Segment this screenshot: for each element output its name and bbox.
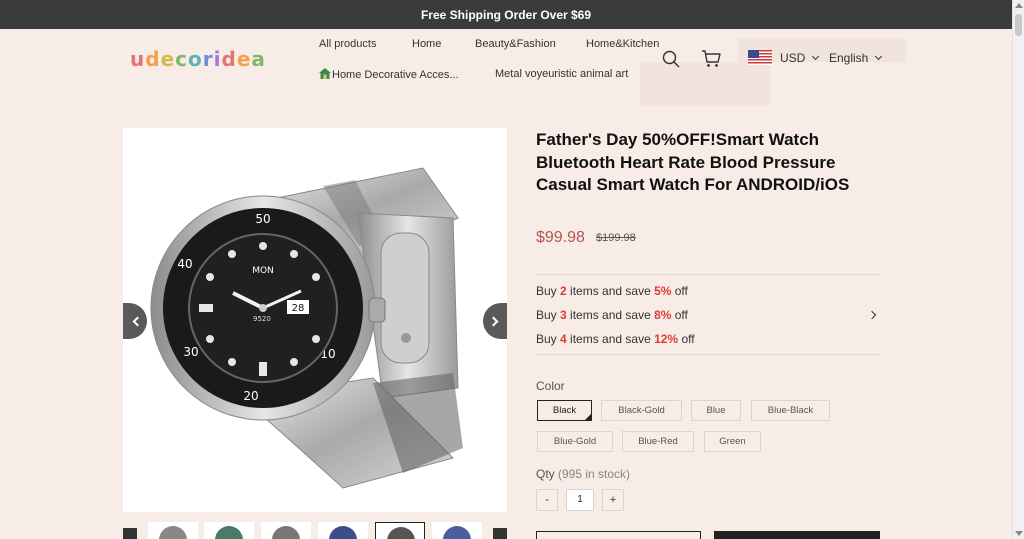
language-selector[interactable]: English <box>829 51 883 65</box>
scroll-up-arrow[interactable] <box>1015 3 1023 8</box>
thumbnail[interactable] <box>318 522 368 539</box>
product-main-image[interactable]: 50 40 30 20 10 MON 28 9520 <box>123 128 507 512</box>
color-option-blue-gold[interactable]: Blue-Gold <box>537 431 613 452</box>
nav-beauty-fashion[interactable]: Beauty&Fashion <box>475 38 556 50</box>
volume-discount-tier[interactable]: Buy 3 items and save 8% off <box>536 308 688 322</box>
bezel-numeral: 30 <box>183 345 198 359</box>
cart-icon[interactable] <box>701 50 721 68</box>
watch-date: 28 <box>292 303 305 314</box>
color-option-blue-red[interactable]: Blue-Red <box>622 431 694 452</box>
nav-home-decorative[interactable]: Home Decorative Acces... <box>319 68 459 81</box>
color-option-blue[interactable]: Blue <box>691 400 741 421</box>
bezel-numeral: 50 <box>255 212 270 226</box>
search-icon[interactable] <box>662 50 680 68</box>
announcement-bar: Free Shipping Order Over $69 <box>0 0 1012 29</box>
product-title: Father's Day 50%OFF!Smart Watch Bluetoot… <box>536 130 850 194</box>
color-label: Color <box>536 379 565 393</box>
bezel-numeral: 20 <box>243 389 258 403</box>
color-option-black[interactable]: Black <box>537 400 592 421</box>
page-scrollbar[interactable] <box>1012 0 1024 539</box>
quantity-decrement-button[interactable]: - <box>536 489 558 511</box>
nav-all-products[interactable]: All products <box>319 38 376 50</box>
nav-metal-art[interactable]: Metal voyeuristic animal art <box>495 68 628 80</box>
house-icon <box>319 68 331 79</box>
volume-discount-tier[interactable]: Buy 4 items and save 12% off <box>536 332 695 346</box>
volume-discount-tier[interactable]: Buy 2 items and save 5% off <box>536 284 688 298</box>
thumbnail-strip <box>123 522 507 539</box>
thumbnail[interactable] <box>148 522 198 539</box>
currency-label: USD <box>780 50 806 65</box>
quantity-label: Qty (995 in stock) <box>536 467 631 481</box>
chevron-right-icon[interactable] <box>867 310 877 320</box>
selected-corner-marker <box>584 413 592 421</box>
scroll-down-arrow[interactable] <box>1015 531 1023 536</box>
thumbnail-selected[interactable] <box>375 522 425 539</box>
color-option-black-gold[interactable]: Black-Gold <box>601 400 682 421</box>
thumbnail[interactable] <box>204 522 254 539</box>
announcement-text: Free Shipping Order Over $69 <box>420 7 592 22</box>
product-price: $99.98 <box>536 229 585 246</box>
background-overlay <box>640 62 770 106</box>
us-flag-icon <box>748 50 772 65</box>
currency-selector[interactable]: USD <box>748 50 820 65</box>
thumbnail-prev-button[interactable] <box>123 528 137 539</box>
watch-steps: 9520 <box>253 315 271 323</box>
stock-count: (995 in stock) <box>558 467 631 481</box>
chevron-right-icon <box>488 316 498 326</box>
smartwatch-image: 50 40 30 20 10 MON 28 9520 <box>150 167 463 489</box>
thumbnail[interactable] <box>261 522 311 539</box>
chevron-left-icon <box>132 316 142 326</box>
buy-now-button[interactable] <box>714 531 880 539</box>
nav-home-decorative-label: Home Decorative Acces... <box>332 69 459 81</box>
divider <box>536 354 880 355</box>
thumbnail[interactable] <box>432 522 482 539</box>
nav-home[interactable]: Home <box>412 38 441 50</box>
chevron-down-icon <box>875 52 883 61</box>
divider <box>536 274 880 275</box>
nav-home-kitchen[interactable]: Home&Kitchen <box>586 38 659 50</box>
add-to-cart-button[interactable] <box>536 531 701 539</box>
scrollbar-thumb[interactable] <box>1015 14 1022 36</box>
language-label: English <box>829 51 869 65</box>
color-option-green[interactable]: Green <box>704 431 761 452</box>
quantity-increment-button[interactable]: + <box>602 489 624 511</box>
watch-brand: MON <box>252 266 274 276</box>
thumbnail-next-button[interactable] <box>493 528 507 539</box>
quantity-input[interactable]: 1 <box>566 489 594 511</box>
bezel-numeral: 40 <box>177 257 192 271</box>
chevron-down-icon <box>812 52 820 60</box>
compare-at-price: $199.98 <box>596 232 636 244</box>
brand-logo[interactable]: udecoridea <box>130 47 266 71</box>
color-option-blue-black[interactable]: Blue-Black <box>751 400 830 421</box>
